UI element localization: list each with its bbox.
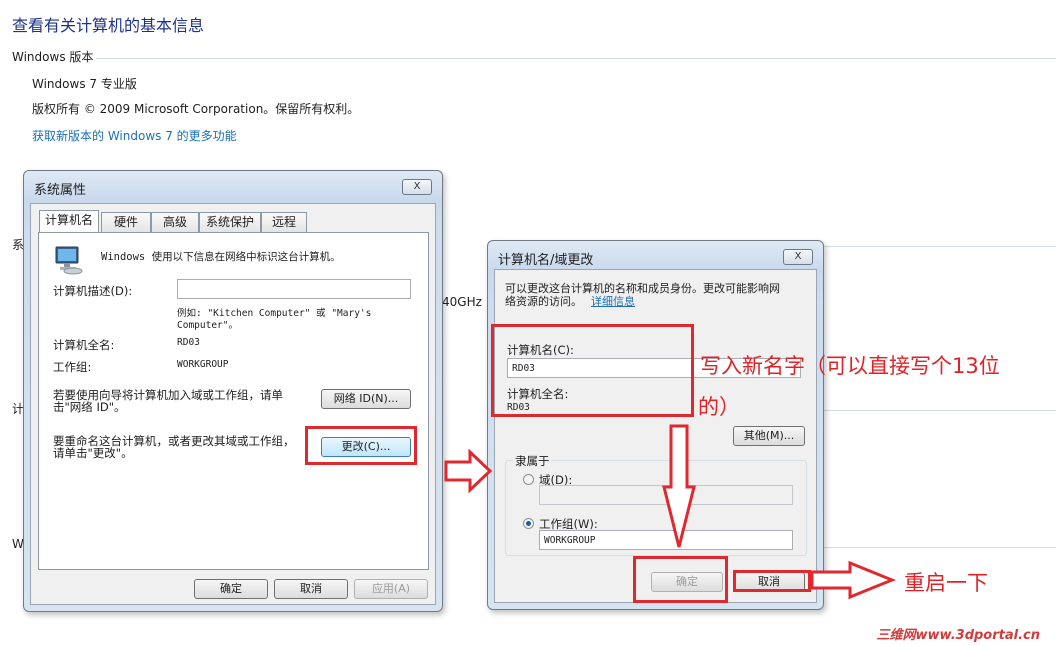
tab-computer-name[interactable]: 计算机名 bbox=[39, 210, 99, 232]
annotation-write-new-name: 写入新名字（可以直接写个13位 bbox=[700, 354, 1000, 378]
annotation-arrows bbox=[444, 424, 896, 600]
annotation-restart: 重启一下 bbox=[904, 571, 988, 595]
watermark: 三维网www.3dportal.cn bbox=[876, 628, 1040, 643]
arrow-right-icon bbox=[810, 560, 896, 600]
annotation-write-new-name-cont: 的） bbox=[698, 395, 740, 419]
arrow-down-icon bbox=[662, 424, 696, 548]
arrow-right-icon bbox=[444, 448, 493, 494]
